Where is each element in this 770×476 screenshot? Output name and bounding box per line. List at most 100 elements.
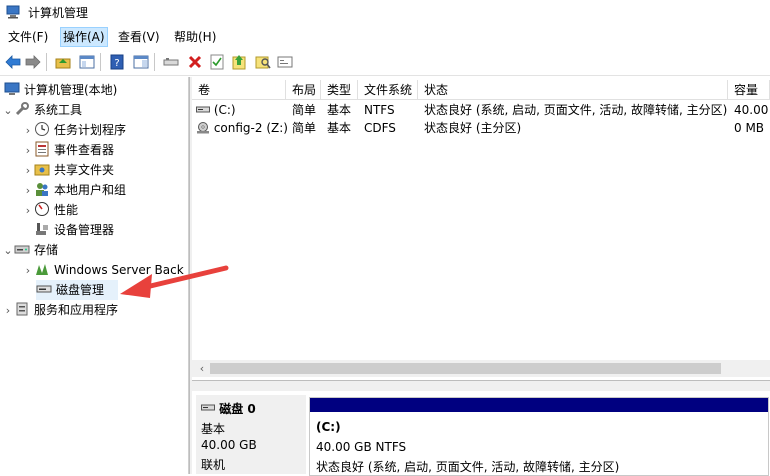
connect-icon[interactable]: [162, 53, 180, 71]
volume-size: 40.00 GB NTFS: [316, 440, 407, 454]
chevron-right-icon[interactable]: ›: [22, 121, 34, 141]
horizontal-scrollbar[interactable]: ‹: [192, 360, 770, 377]
disk-drive-icon: [36, 285, 52, 293]
menu-action[interactable]: 操作(A): [60, 27, 108, 47]
column-header-volume[interactable]: 卷: [192, 80, 286, 100]
chevron-right-icon[interactable]: ›: [22, 201, 34, 221]
up-folder-icon[interactable]: [54, 53, 72, 71]
column-header-status[interactable]: 状态: [418, 80, 728, 100]
window-title: 计算机管理: [28, 6, 89, 20]
properties-pane-icon[interactable]: [132, 53, 150, 71]
column-header-layout[interactable]: 布局: [286, 80, 321, 100]
cell-filesystem: NTFS: [364, 103, 395, 117]
tree-item-performance[interactable]: › 性能: [22, 200, 78, 220]
forward-arrow-icon[interactable]: [24, 53, 42, 71]
tree-item-disk-management[interactable]: 磁盘管理: [36, 280, 118, 300]
users-icon: [36, 183, 48, 196]
menu-bar: 文件(F) 操作(A) 查看(V) 帮助(H): [0, 26, 770, 48]
volume-status: 状态良好 (系统, 启动, 页面文件, 活动, 故障转储, 主分区): [316, 460, 620, 474]
chevron-right-icon[interactable]: ›: [22, 141, 34, 161]
clock-icon: [35, 122, 49, 136]
scrollbar-thumb[interactable]: [210, 363, 721, 374]
menu-file[interactable]: 文件(F): [6, 28, 50, 46]
cell-layout: 简单: [292, 121, 317, 135]
tree-item-system-tools[interactable]: ⌄ 系统工具: [2, 100, 82, 120]
menu-help[interactable]: 帮助(H): [172, 28, 218, 46]
chevron-right-icon[interactable]: ›: [22, 261, 34, 281]
device-manager-icon: [36, 223, 48, 235]
search-drive-icon[interactable]: [254, 53, 272, 71]
show-hide-tree-icon[interactable]: [78, 53, 96, 71]
disk-graphical-pane: 磁盘 0 基本 40.00 GB 联机 (C:) 40.00 GB NTFS 状…: [192, 391, 770, 476]
computer-management-icon: [4, 82, 20, 95]
storage-icon: [14, 245, 30, 254]
toolbar: ?: [0, 49, 770, 76]
new-window-icon[interactable]: [276, 53, 294, 71]
tree-label-storage: 存储: [34, 243, 59, 257]
disk-size: 40.00 GB: [201, 438, 257, 452]
disk-info-block[interactable]: 磁盘 0 基本 40.00 GB 联机: [196, 395, 306, 474]
tree-item-shared-folders[interactable]: › 共享文件夹: [22, 160, 114, 180]
tree-label-services-apps: 服务和应用程序: [34, 303, 119, 317]
backup-icon: [36, 264, 48, 275]
help-icon[interactable]: ?: [108, 53, 126, 71]
cell-type: 基本: [327, 103, 352, 117]
tree-label-performance: 性能: [54, 203, 79, 217]
chevron-down-icon[interactable]: ⌄: [2, 241, 14, 261]
tree-item-device-manager[interactable]: 设备管理器: [34, 220, 114, 240]
disk-name: 磁盘 0: [219, 402, 256, 416]
computer-management-icon: [6, 5, 20, 19]
tree-label-disk-management: 磁盘管理: [56, 283, 105, 297]
checklist-icon[interactable]: [208, 53, 226, 71]
cell-status: 状态良好 (系统, 启动, 页面文件, 活动, 故障转储, 主分区): [424, 103, 728, 117]
cell-filesystem: CDFS: [364, 121, 396, 135]
delete-icon[interactable]: [186, 53, 204, 71]
cd-drive-icon: [197, 122, 209, 134]
shared-folder-icon: [34, 164, 50, 176]
tree-label-task-scheduler: 任务计划程序: [54, 123, 127, 137]
tree-label-shared-folders: 共享文件夹: [54, 163, 115, 177]
tree-item-task-scheduler[interactable]: › 任务计划程序: [22, 120, 126, 140]
chevron-right-icon[interactable]: ›: [2, 301, 14, 321]
svg-text:?: ?: [114, 58, 119, 69]
tree-item-event-viewer[interactable]: › 事件查看器: [22, 140, 114, 160]
cell-capacity: 40.00: [734, 103, 769, 117]
table-row[interactable]: (C:) 简单 基本 NTFS 状态良好 (系统, 启动, 页面文件, 活动, …: [192, 101, 770, 119]
tree-label-device-manager: 设备管理器: [54, 223, 115, 237]
disk-type: 基本: [201, 422, 226, 436]
tree-item-root[interactable]: 计算机管理(本地): [4, 80, 117, 100]
column-header-type[interactable]: 类型: [321, 80, 358, 100]
tree-item-services-apps[interactable]: › 服务和应用程序: [2, 300, 118, 320]
cell-type: 基本: [327, 121, 352, 135]
cell-layout: 简单: [292, 103, 317, 117]
cell-volume: (C:): [213, 103, 236, 117]
tree-item-windows-backup[interactable]: › Windows Server Back: [22, 260, 184, 280]
drive-icon: [196, 106, 210, 113]
back-arrow-icon[interactable]: [4, 53, 22, 71]
tree-label-windows-backup: Windows Server Back: [54, 263, 184, 277]
scroll-left-icon[interactable]: ‹: [195, 360, 209, 377]
tree-label-system-tools: 系统工具: [34, 103, 83, 117]
tree-item-storage[interactable]: ⌄ 存储: [2, 240, 58, 260]
navigation-tree: 计算机管理(本地) ⌄ 系统工具 › 任务计划程序 › 事件查看器 › 共享文件夹 › 本…: [0, 77, 189, 474]
horizontal-splitter[interactable]: [192, 380, 770, 391]
export-icon[interactable]: [230, 53, 248, 71]
volume-block-c[interactable]: (C:) 40.00 GB NTFS 状态良好 (系统, 启动, 页面文件, 活…: [309, 397, 769, 476]
column-header-capacity[interactable]: 容量: [728, 80, 770, 100]
cell-status: 状态良好 (主分区): [424, 121, 522, 135]
chevron-right-icon[interactable]: ›: [22, 161, 34, 181]
disk-status: 联机: [201, 458, 226, 472]
menu-view[interactable]: 查看(V): [116, 28, 162, 46]
tree-item-local-users[interactable]: › 本地用户和组: [22, 180, 126, 200]
column-header-filesystem[interactable]: 文件系统: [358, 80, 418, 100]
cell-capacity: 0 MB: [734, 121, 765, 135]
chevron-down-icon[interactable]: ⌄: [2, 101, 14, 121]
chevron-right-icon[interactable]: ›: [22, 181, 34, 201]
volume-label: (C:): [316, 420, 341, 434]
tree-label-root: 计算机管理(本地): [24, 83, 118, 97]
tree-label-event-viewer: 事件查看器: [54, 143, 115, 157]
services-icon: [16, 302, 28, 316]
event-viewer-icon: [35, 141, 49, 157]
table-row[interactable]: config-2 (Z:) 简单 基本 CDFS 状态良好 (主分区) 0 MB: [192, 119, 770, 137]
tree-label-local-users: 本地用户和组: [54, 183, 127, 197]
